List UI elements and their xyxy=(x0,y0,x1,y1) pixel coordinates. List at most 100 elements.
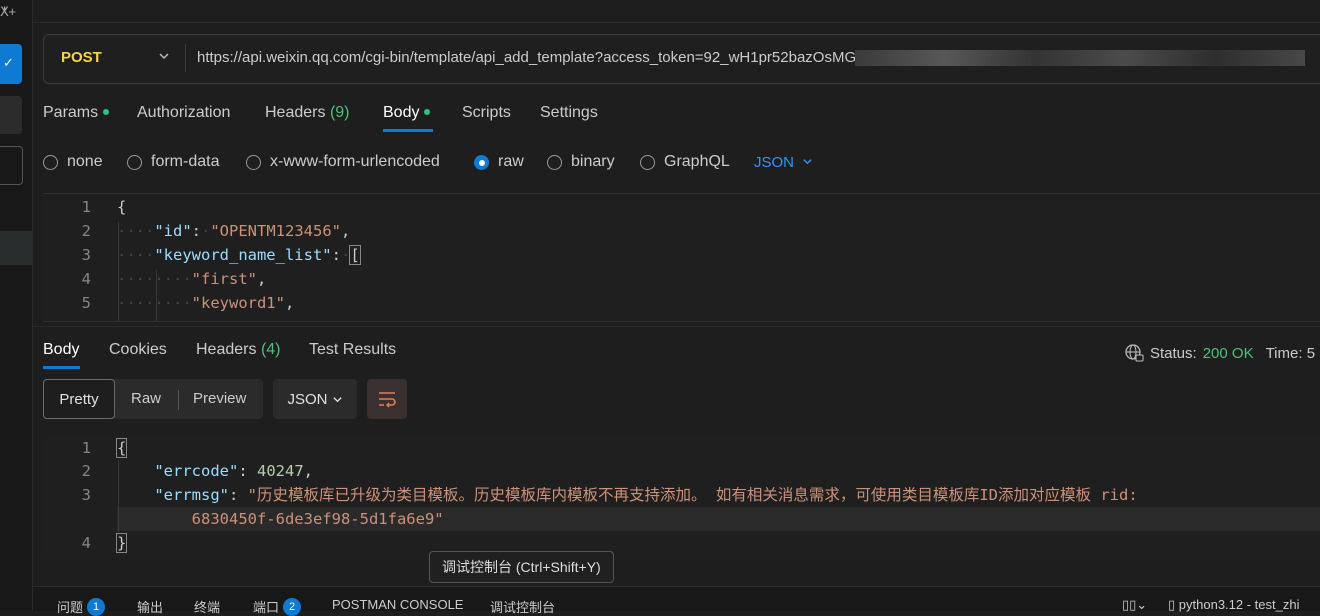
line-number: 4 xyxy=(81,534,91,552)
tab-label: Headers xyxy=(196,341,257,358)
json-string: "OPENTM123456" xyxy=(210,222,341,240)
format-label: JSON xyxy=(287,390,328,408)
radio-form-data[interactable]: form-data xyxy=(127,153,219,171)
radio-label: raw xyxy=(498,153,524,170)
activity-button[interactable] xyxy=(0,96,22,134)
line-number: 4 xyxy=(81,270,91,288)
tab-label: Test Results xyxy=(309,341,397,358)
radio-graphql[interactable]: GraphQL xyxy=(640,153,730,171)
radio-label: form-data xyxy=(151,153,220,170)
code-text: 6830450f-6de3ef98-5d1fa6e9" xyxy=(117,507,444,531)
code-line: 4 ········"first", xyxy=(43,267,1320,291)
view-pretty-button[interactable]: Pretty xyxy=(43,379,115,419)
response-tab-body[interactable]: Body xyxy=(43,341,79,359)
line-number: 3 xyxy=(81,246,91,264)
code-text: "errmsg": "历史模板库已升级为类目模板。历史模板库内模板不再支持添加。… xyxy=(154,486,1138,504)
activity-selected-item[interactable] xyxy=(0,231,32,265)
tooltip: 调试控制台 (Ctrl+Shift+Y) xyxy=(429,551,614,583)
count-badge: 1 xyxy=(87,597,106,616)
status-label: Status: xyxy=(1150,344,1197,362)
tab-label: Headers xyxy=(265,104,326,121)
response-tab-headers[interactable]: Headers (4) xyxy=(196,341,281,359)
line-number: 5 xyxy=(81,294,91,312)
tab-label: 端口 xyxy=(253,600,280,615)
code-text: "errcode": 40247, xyxy=(154,462,314,480)
panel-divider[interactable] xyxy=(33,326,1320,327)
json-string: "keyword1" xyxy=(191,294,285,312)
tab-authorization[interactable]: Authorization xyxy=(137,104,230,122)
response-tab-cookies[interactable]: Cookies xyxy=(109,341,167,359)
radio-label: none xyxy=(67,153,103,170)
wrap-lines-button[interactable] xyxy=(367,379,407,419)
code-text: } xyxy=(115,531,128,555)
python-interpreter[interactable]: ▯ python3.12 - test_zhi xyxy=(1168,597,1299,613)
panel-tab-problems[interactable]: 问题 1 xyxy=(57,597,106,616)
line-number: 2 xyxy=(81,222,91,240)
view-preview-button[interactable]: Preview xyxy=(193,390,246,407)
code-line: 2 "errcode": 40247, xyxy=(43,459,1320,483)
request-body-editor[interactable]: 1{ 2 ····"id":·"OPENTM123456", 3 ····"keyw… xyxy=(43,193,1320,322)
brace: { xyxy=(117,198,127,216)
json-key: "keyword_name_list" xyxy=(154,246,332,264)
response-tab-test-results[interactable]: Test Results xyxy=(309,341,396,359)
radio-binary[interactable]: binary xyxy=(547,153,615,171)
active-tab-indicator xyxy=(383,129,433,132)
radio-label: binary xyxy=(571,153,615,170)
tab-label: Scripts xyxy=(462,104,511,121)
radio-label: GraphQL xyxy=(664,153,730,170)
tab-body[interactable]: Body xyxy=(383,104,431,122)
tab-count: (4) xyxy=(260,341,281,358)
segment-separator xyxy=(178,390,179,410)
response-format-dropdown[interactable]: JSON xyxy=(273,379,357,419)
tab-settings[interactable]: Settings xyxy=(540,104,598,122)
radio-x-www-form-urlencoded[interactable]: x-www-form-urlencoded xyxy=(246,153,440,171)
redacted-token xyxy=(855,50,1305,66)
radio-circle xyxy=(43,154,58,170)
panel-tab-output[interactable]: 输出 xyxy=(137,597,163,616)
code-line: 3 ····"keyword_name_list":·[ xyxy=(43,243,1320,267)
view-raw-button[interactable]: Raw xyxy=(131,390,161,407)
radio-circle-selected xyxy=(474,154,489,170)
code-text: ········"keyword1", xyxy=(117,294,295,312)
body-format-dropdown[interactable]: JSON xyxy=(754,154,813,171)
json-key: "errmsg" xyxy=(154,486,229,504)
tab-scripts[interactable]: Scripts xyxy=(462,104,511,122)
response-time: Time: 5 xyxy=(1265,344,1316,362)
json-string-wrapped: 6830450f-6de3ef98-5d1fa6e9" xyxy=(191,510,444,528)
response-body-viewer[interactable]: 1{ 2 "errcode": 40247, 3 "errmsg": "历史模板… xyxy=(43,436,1320,558)
tab-params[interactable]: Params xyxy=(43,104,110,122)
radio-circle xyxy=(246,154,261,170)
radio-label: x-www-form-urlencoded xyxy=(270,153,440,170)
url-input[interactable]: https://api.weixin.qq.com/cgi-bin/templa… xyxy=(197,49,856,66)
tab-label: Authorization xyxy=(137,104,231,121)
tab-label: Settings xyxy=(540,104,598,121)
radio-raw[interactable]: raw xyxy=(474,153,524,171)
code-text: ····"keyword_name_list":·[ xyxy=(117,245,361,265)
chevron-down-icon xyxy=(803,159,812,165)
activity-outline-button[interactable] xyxy=(0,146,23,185)
status-code: 200 OK xyxy=(1202,344,1254,362)
modified-dot xyxy=(424,108,431,115)
tab-label: Body xyxy=(43,341,80,358)
globe-icon[interactable] xyxy=(1124,343,1144,363)
json-key: "errcode" xyxy=(154,462,239,480)
panel-tab-debug-console[interactable]: 调试控制台 xyxy=(490,597,555,616)
check-action-button[interactable]: ✓ xyxy=(0,44,22,84)
panel-tab-ports[interactable]: 端口 2 xyxy=(253,597,302,616)
active-tab-indicator xyxy=(43,366,80,369)
tab-label: 调试控制台 xyxy=(490,600,556,615)
line-number: 1 xyxy=(81,439,91,457)
radio-none[interactable]: none xyxy=(43,153,103,171)
panel-tab-terminal[interactable]: 终端 xyxy=(194,597,220,616)
method-select[interactable]: POST xyxy=(61,49,102,66)
tab-headers[interactable]: Headers (9) xyxy=(265,104,350,122)
layout-icon[interactable]: ▯▯⌄ xyxy=(1122,597,1147,613)
brace: { xyxy=(115,438,128,458)
chevron-down-icon xyxy=(332,396,342,402)
response-status: Status: 200 OK Time: 5 xyxy=(1124,343,1315,363)
radio-circle xyxy=(547,154,562,170)
chevron-down-icon[interactable] xyxy=(158,50,170,65)
add-account-icon[interactable]: ⵅ+ xyxy=(0,4,16,20)
code-line: 4} xyxy=(43,531,1320,555)
radio-circle xyxy=(640,154,655,170)
